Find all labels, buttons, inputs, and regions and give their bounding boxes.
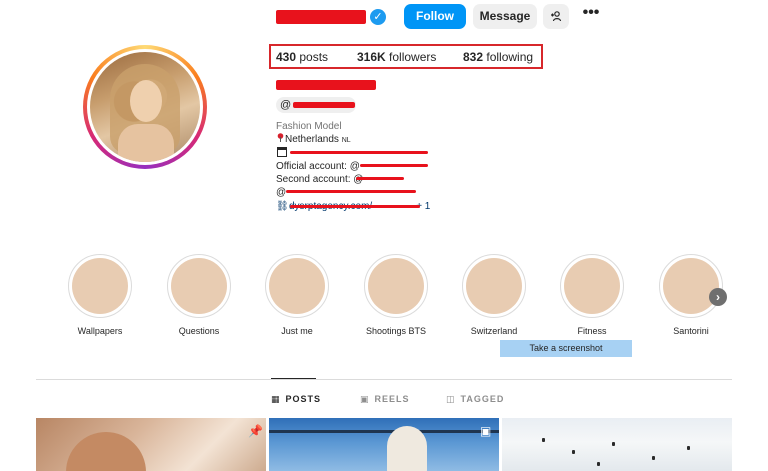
followers-stat[interactable]: 316K followers — [357, 50, 436, 64]
username-redacted — [276, 10, 366, 24]
add-user-icon — [551, 11, 562, 22]
highlight-cover — [171, 258, 227, 314]
post-figure — [387, 426, 427, 471]
highlight-label: Questions — [178, 326, 220, 336]
post-figure — [612, 442, 615, 446]
avatar-image — [90, 52, 200, 162]
post-thumbnail[interactable] — [502, 418, 732, 471]
highlight-ring — [167, 254, 231, 318]
grid-icon: ▦ — [271, 394, 281, 404]
highlight-just-me[interactable] — [265, 254, 329, 318]
reels-icon: ▣ — [360, 394, 370, 404]
post-figure — [542, 438, 545, 442]
official-account-redacted — [360, 164, 428, 167]
posts-count: 430 — [276, 50, 297, 64]
post-figure — [66, 432, 146, 471]
following-label: following — [483, 50, 534, 64]
follow-button[interactable]: Follow — [404, 4, 466, 29]
highlight-questions[interactable] — [167, 254, 231, 318]
bio-category: Fashion Model — [276, 121, 342, 132]
link-redacted — [290, 205, 420, 208]
bio-location-name: Netherlands — [285, 134, 339, 145]
highlight-fitness[interactable] — [560, 254, 624, 318]
avatar-body — [118, 124, 174, 162]
tab-reels-label: REELS — [374, 394, 410, 404]
post-figure — [652, 456, 655, 460]
threads-handle-redacted — [293, 102, 355, 108]
post-figure — [597, 462, 600, 466]
tab-posts[interactable]: ▦ POSTS — [271, 394, 321, 405]
followers-label: followers — [385, 50, 437, 64]
highlight-label: Switzerland — [470, 326, 518, 336]
tab-reels[interactable]: ▣ REELS — [360, 394, 410, 405]
highlight-cover — [72, 258, 128, 314]
second-account-redacted — [356, 177, 404, 180]
posts-stat: 430 posts — [276, 50, 328, 64]
followers-count: 316K — [357, 50, 386, 64]
highlight-ring — [560, 254, 624, 318]
following-count: 832 — [463, 50, 484, 64]
highlight-cover — [368, 258, 424, 314]
highlight-switzerland[interactable] — [462, 254, 526, 318]
post-thumbnail[interactable] — [36, 418, 266, 471]
highlight-ring — [265, 254, 329, 318]
bio-at-line: @ — [276, 187, 287, 198]
pin-icon — [277, 133, 284, 142]
highlight-ring — [659, 254, 723, 318]
highlight-cover — [564, 258, 620, 314]
bio-second-account: Second account: @ — [276, 174, 364, 185]
active-tab-indicator — [271, 378, 316, 379]
highlight-label: Fitness — [577, 326, 607, 336]
tab-tagged-label: TAGGED — [460, 394, 505, 404]
highlight-label: Just me — [281, 326, 313, 336]
bio-official-account: Official account: @ — [276, 161, 360, 172]
highlight-wallpapers[interactable] — [68, 254, 132, 318]
avatar-face — [130, 80, 162, 122]
calendar-icon — [277, 147, 287, 157]
tabs-divider — [36, 379, 732, 380]
following-stat[interactable]: 832 following — [463, 50, 533, 64]
highlight-cover — [269, 258, 325, 314]
highlight-shootings-bts[interactable] — [364, 254, 428, 318]
highlights-next-button[interactable]: › — [709, 288, 727, 306]
chevron-right-icon: › — [716, 290, 720, 304]
bio-line-redacted — [286, 190, 416, 193]
highlight-ring — [364, 254, 428, 318]
message-button[interactable]: Message — [473, 4, 537, 29]
post-figure — [572, 450, 575, 454]
bio-country-code: NL — [341, 137, 351, 144]
threads-icon: @ — [280, 99, 292, 111]
highlight-label: Shootings BTS — [365, 326, 427, 336]
screenshot-tooltip: Take a screenshot — [500, 340, 632, 357]
bio-location: Netherlands NL — [285, 134, 351, 145]
post-figure — [687, 446, 690, 450]
highlight-label: Wallpapers — [77, 326, 123, 336]
pinned-icon: 📌 — [248, 424, 263, 438]
suggested-users-button[interactable] — [543, 4, 569, 29]
posts-label: posts — [296, 50, 329, 64]
tab-tagged[interactable]: ◫ TAGGED — [446, 394, 504, 405]
more-options-button[interactable]: ••• — [580, 5, 602, 24]
highlight-santorini[interactable] — [659, 254, 723, 318]
avatar-border — [87, 49, 203, 165]
highlight-label: Santorini — [673, 326, 709, 336]
tab-posts-label: POSTS — [285, 394, 322, 404]
post-figure — [269, 430, 499, 433]
email-redacted — [290, 151, 428, 154]
tagged-icon: ◫ — [446, 394, 456, 404]
highlight-cover — [663, 258, 719, 314]
verified-badge-icon: ✓ — [370, 9, 386, 25]
post-thumbnail[interactable] — [269, 418, 499, 471]
highlight-ring — [462, 254, 526, 318]
reel-icon: ▣ — [480, 424, 492, 438]
highlight-ring — [68, 254, 132, 318]
link-icon: ⛓ — [276, 201, 289, 212]
highlight-cover — [466, 258, 522, 314]
profile-avatar[interactable] — [83, 45, 207, 169]
full-name-redacted — [276, 80, 376, 90]
